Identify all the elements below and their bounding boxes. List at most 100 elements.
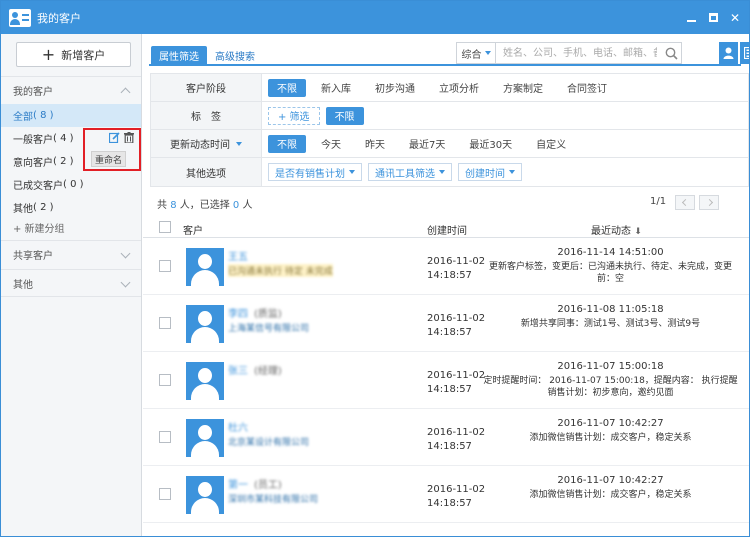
latest-text: 添加微信销售计划：成交客户，稳定关系 bbox=[529, 490, 692, 500]
next-page-button[interactable] bbox=[699, 195, 719, 210]
header-customer: 客户 bbox=[183, 226, 203, 237]
table-row[interactable]: 王五 已沟通未执行 待定 未完成 2016-11-02 14:18:57 2016… bbox=[143, 238, 749, 295]
customer-title: (质监) bbox=[254, 309, 282, 320]
time-option[interactable]: 最近7天 bbox=[400, 135, 454, 153]
created-time: 2016-11-02 14:18:57 bbox=[427, 369, 485, 397]
stage-option[interactable]: 方案制定 bbox=[494, 79, 552, 97]
stage-option[interactable]: 初步沟通 bbox=[366, 79, 424, 97]
search-icon[interactable] bbox=[665, 47, 678, 60]
created-time: 2016-11-02 14:18:57 bbox=[427, 255, 485, 283]
row-checkbox[interactable] bbox=[159, 260, 171, 272]
created-time: 2016-11-02 14:18:57 bbox=[427, 426, 485, 454]
latest-time: 2016-11-07 10:42:27 bbox=[557, 418, 664, 429]
header-latest-label: 最近动态 bbox=[591, 226, 631, 237]
tag-option[interactable]: 不限 bbox=[325, 106, 364, 125]
section-shared-label: 共享客户 bbox=[13, 251, 53, 262]
latest-text: 新增共享同事：测试1号、测试3号、测试9号 bbox=[520, 319, 701, 329]
edit-icon[interactable] bbox=[109, 132, 120, 143]
header-latest[interactable]: 最近动态 ⬇ bbox=[591, 222, 642, 237]
filter-label: 其他选项 bbox=[151, 158, 262, 186]
search-scope-select[interactable]: 综合 bbox=[456, 42, 496, 64]
search-input[interactable] bbox=[496, 42, 682, 64]
chevron-left-icon bbox=[681, 198, 689, 207]
customer-name[interactable]: 第一 (员工) bbox=[228, 476, 282, 491]
sales-plan-dropdown[interactable]: 是否有销售计划 bbox=[268, 163, 362, 181]
section-other[interactable]: 其他 bbox=[1, 269, 141, 297]
created-time-dropdown[interactable]: 创建时间 bbox=[458, 163, 522, 181]
customer-name-text: 张三 bbox=[228, 366, 248, 377]
filter-tabs: 属性筛选 高级搜索 bbox=[151, 46, 263, 64]
stage-option[interactable]: 新入库 bbox=[312, 79, 360, 97]
section-shared-customers[interactable]: 共享客户 bbox=[1, 240, 141, 268]
header-created[interactable]: 创建时间 bbox=[427, 222, 467, 237]
customer-name[interactable]: 张三 (经理) bbox=[228, 362, 282, 377]
latest-activity: 2016-11-07 15:00:18 定时提醒时间： 2016-11-07 15… bbox=[483, 361, 738, 399]
customer-title: (员工) bbox=[254, 480, 282, 491]
time-option[interactable]: 不限 bbox=[268, 134, 306, 153]
filter-label[interactable]: 更新动态时间 bbox=[151, 130, 262, 157]
customer-tags: 已沟通未执行 待定 未完成 bbox=[228, 264, 333, 277]
plus-icon: + bbox=[41, 44, 56, 64]
minimize-icon bbox=[686, 19, 696, 22]
add-group-link[interactable]: + 新建分组 bbox=[1, 216, 141, 239]
time-option[interactable]: 自定义 bbox=[527, 135, 575, 153]
result-summary: 共 8 人，已选择 0 人 bbox=[157, 196, 252, 211]
table-row[interactable]: 第一 (员工) 深圳市某科技有限公司 2016-11-02 14:18:57 201… bbox=[143, 466, 749, 523]
maximize-button[interactable] bbox=[705, 10, 721, 26]
rename-tooltip[interactable]: 重命名 bbox=[91, 151, 126, 167]
minimize-button[interactable] bbox=[683, 10, 699, 26]
created-clock: 14:18:57 bbox=[427, 270, 472, 281]
filter-row-other: 其他选项 是否有销售计划 通讯工具筛选 创建时间 bbox=[151, 158, 748, 186]
new-customer-button[interactable]: + 新增客户 bbox=[16, 42, 131, 67]
main-panel: 属性筛选 高级搜索 综合 姓名、公司、手机、电话、邮箱、备注 客户阶段 不限 新… bbox=[143, 34, 749, 536]
add-tag-filter-button[interactable]: + 筛选 bbox=[268, 106, 320, 125]
stage-option[interactable]: 不限 bbox=[268, 78, 306, 97]
customer-name-text: 第一 bbox=[228, 480, 248, 491]
customer-name[interactable]: 杜六 bbox=[228, 419, 254, 434]
avatar bbox=[186, 362, 224, 400]
latest-text: 定时提醒时间： 2016-11-07 15:00:18，提醒内容： 执行提醒销售… bbox=[483, 376, 738, 398]
latest-activity: 2016-11-07 10:42:27 添加微信销售计划：成交客户，稳定关系 bbox=[483, 418, 738, 444]
customer-title: (经理) bbox=[254, 366, 282, 377]
customer-window: 我的客户 ✕ + 新增客户 我的客户 全部( 8 ) 一般客户( 4 ) 意向客… bbox=[0, 0, 750, 537]
table-row[interactable]: 张三 (经理) 2016-11-02 14:18:57 2016-11-07 15:… bbox=[143, 352, 749, 409]
tab-underline bbox=[149, 64, 741, 66]
tab-advanced-search[interactable]: 高级搜索 bbox=[207, 46, 263, 64]
created-clock: 14:18:57 bbox=[427, 327, 472, 338]
stage-option[interactable]: 合同签订 bbox=[558, 79, 616, 97]
title-bar: 我的客户 ✕ bbox=[1, 1, 749, 34]
time-option[interactable]: 最近30天 bbox=[460, 135, 521, 153]
view-person-button[interactable] bbox=[719, 42, 738, 64]
row-checkbox[interactable] bbox=[159, 374, 171, 386]
prev-page-button[interactable] bbox=[675, 195, 695, 210]
time-option[interactable]: 今天 bbox=[312, 135, 350, 153]
customer-name[interactable]: 王五 bbox=[228, 248, 254, 263]
contact-tool-dropdown[interactable]: 通讯工具筛选 bbox=[368, 163, 452, 181]
caret-down-icon bbox=[509, 170, 515, 174]
row-checkbox[interactable] bbox=[159, 431, 171, 443]
search-scope-label: 综合 bbox=[461, 49, 482, 61]
table-row[interactable]: 杜六 北京某设计有限公司 2016-11-02 14:18:57 2016-11-… bbox=[143, 409, 749, 466]
sidebar: + 新增客户 我的客户 全部( 8 ) 一般客户( 4 ) 意向客户( 2 ) … bbox=[1, 34, 142, 536]
sidebar-item-closed[interactable]: 已成交客户( 0 ) bbox=[1, 173, 141, 196]
latest-time: 2016-11-07 10:42:27 bbox=[557, 475, 664, 486]
table-row[interactable]: 李四 (质监) 上海某信号有限公司 2016-11-02 14:18:57 2016… bbox=[143, 295, 749, 352]
trash-icon[interactable] bbox=[124, 132, 134, 143]
row-checkbox[interactable] bbox=[159, 488, 171, 500]
window-title: 我的客户 bbox=[37, 11, 81, 25]
contacts-app-icon bbox=[9, 8, 31, 27]
latest-activity: 2016-11-14 14:51:00 更新客户标签，变更后：已沟通未执行、待定、… bbox=[483, 247, 738, 285]
sidebar-item-all[interactable]: 全部( 8 ) bbox=[1, 104, 141, 127]
view-card-button[interactable] bbox=[739, 42, 749, 64]
close-button[interactable]: ✕ bbox=[727, 10, 743, 26]
customer-name[interactable]: 李四 (质监) bbox=[228, 305, 282, 320]
row-checkbox[interactable] bbox=[159, 317, 171, 329]
stage-option[interactable]: 立项分析 bbox=[430, 79, 488, 97]
filter-label-text: 更新动态时间 bbox=[170, 140, 230, 151]
time-option[interactable]: 昨天 bbox=[356, 135, 394, 153]
avatar bbox=[186, 305, 224, 343]
section-my-customers[interactable]: 我的客户 bbox=[1, 76, 141, 104]
sidebar-item-label: 一般客户 bbox=[13, 135, 53, 146]
select-all-checkbox[interactable] bbox=[159, 221, 171, 233]
tab-attribute-filter[interactable]: 属性筛选 bbox=[151, 46, 207, 64]
